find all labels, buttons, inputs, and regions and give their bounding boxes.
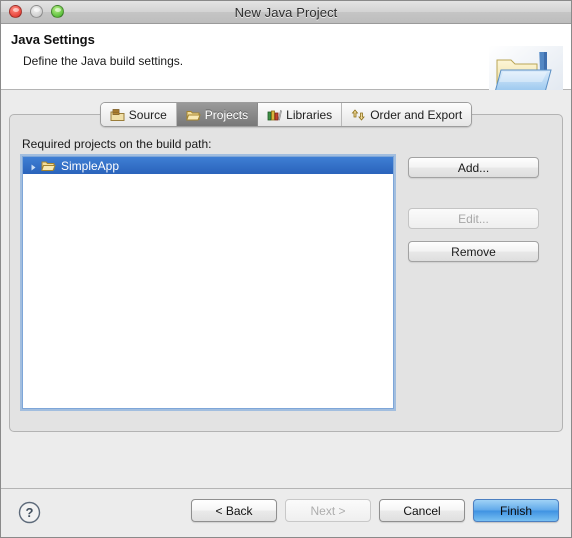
edit-button: Edit... xyxy=(408,208,539,229)
tab-libraries[interactable]: Libraries xyxy=(258,103,343,126)
window-title: New Java Project xyxy=(234,4,338,20)
chevron-right-icon[interactable] xyxy=(29,161,38,171)
finish-button[interactable]: Finish xyxy=(473,499,559,522)
help-button[interactable]: ? xyxy=(18,501,41,524)
updown-arrows-icon xyxy=(351,108,366,122)
remove-button[interactable]: Remove xyxy=(408,241,539,262)
zoom-window-button[interactable] xyxy=(51,5,64,18)
tab-label: Order and Export xyxy=(370,107,463,122)
tab-label: Projects xyxy=(204,107,249,122)
back-button[interactable]: < Back xyxy=(191,499,277,522)
list-action-buttons: Add... Edit... Remove xyxy=(408,156,539,262)
wizard-footer: ? < Back Next > Cancel Finish xyxy=(1,488,571,537)
tab-strip: Source Projects Libraries Order and Expo… xyxy=(9,102,563,127)
projects-tab-panel: Required projects on the build path: Sim… xyxy=(9,114,563,432)
wizard-header: Java Settings Define the Java build sett… xyxy=(1,24,571,104)
page-title: Java Settings xyxy=(11,32,95,47)
projects-content-row: SimpleApp Add... Edit... Remove xyxy=(22,156,552,409)
cancel-button[interactable]: Cancel xyxy=(379,499,465,522)
tab-projects[interactable]: Projects xyxy=(176,103,259,126)
tab-order-and-export[interactable]: Order and Export xyxy=(342,103,472,126)
add-button[interactable]: Add... xyxy=(408,157,539,178)
minimize-window-button[interactable] xyxy=(30,5,43,18)
page-description: Define the Java build settings. xyxy=(23,54,184,68)
tab-source[interactable]: Source xyxy=(100,103,177,126)
required-projects-label: Required projects on the build path: xyxy=(22,137,212,151)
tab-label: Source xyxy=(128,107,167,122)
close-window-button[interactable] xyxy=(9,5,22,18)
window-controls xyxy=(9,5,64,18)
required-projects-list[interactable]: SimpleApp xyxy=(22,156,394,409)
books-icon xyxy=(267,108,283,122)
open-folder-icon xyxy=(41,159,56,172)
tab-label: Libraries xyxy=(286,107,333,122)
list-item-label: SimpleApp xyxy=(61,158,120,173)
new-java-project-dialog: New Java Project Java Settings Define th… xyxy=(0,0,572,538)
svg-text:?: ? xyxy=(26,505,34,520)
wizard-nav-buttons: < Back Next > Cancel Finish xyxy=(191,499,559,522)
wizard-body: Source Projects Libraries Order and Expo… xyxy=(1,90,571,488)
tab-group: Source Projects Libraries Order and Expo… xyxy=(99,102,473,127)
list-item[interactable]: SimpleApp xyxy=(23,157,393,174)
titlebar: New Java Project xyxy=(1,1,571,24)
open-folder-icon xyxy=(185,108,201,122)
next-button: Next > xyxy=(285,499,371,522)
package-icon xyxy=(110,108,125,122)
